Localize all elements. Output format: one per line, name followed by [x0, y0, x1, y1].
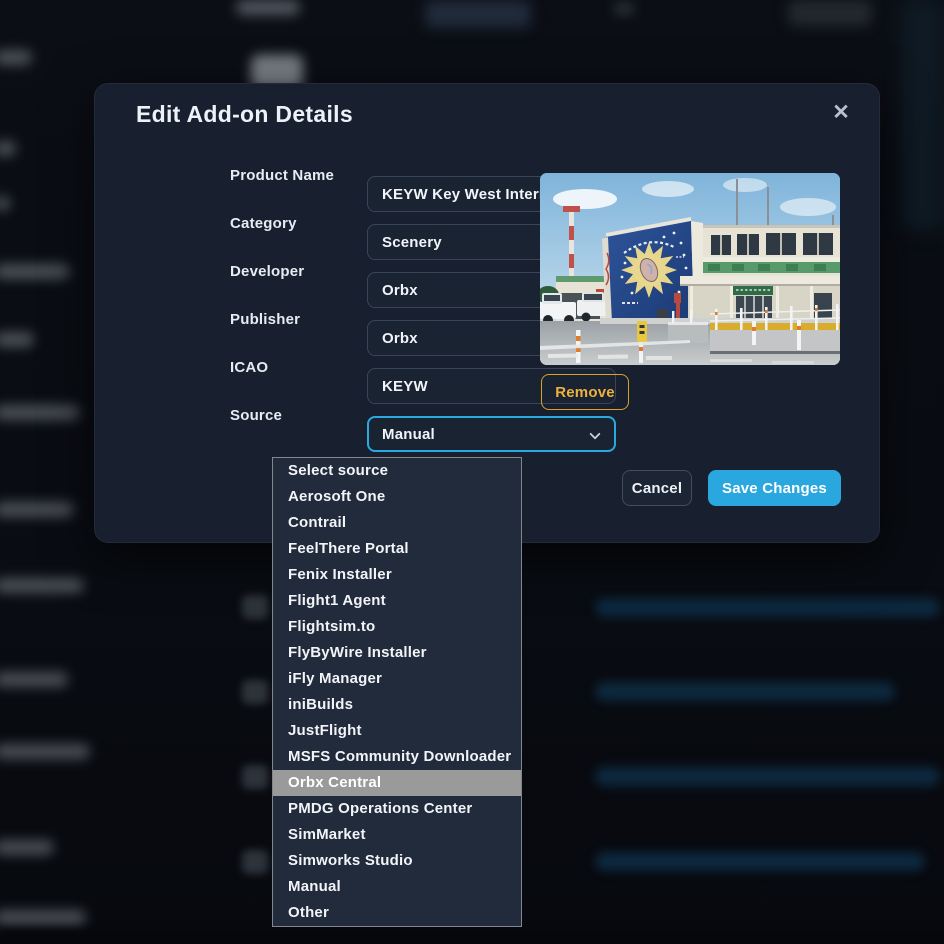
source-option[interactable]: Orbx Central	[273, 770, 521, 796]
blurred-link-text	[595, 852, 925, 871]
modal-title: Edit Add-on Details	[136, 101, 353, 128]
blurred-panel	[425, 0, 531, 28]
source-option[interactable]: Aerosoft One	[273, 484, 521, 510]
source-select[interactable]: Manual	[367, 416, 616, 452]
source-option[interactable]: Manual	[273, 874, 521, 900]
blurred-row-text	[0, 196, 10, 211]
blurred-dot	[614, 4, 634, 14]
category-select-value: Scenery	[382, 234, 442, 251]
source-option[interactable]: iniBuilds	[273, 692, 521, 718]
source-option[interactable]: Other	[273, 900, 521, 926]
source-dropdown-list: Select sourceAerosoft OneContrailFeelThe…	[272, 457, 522, 927]
label-source: Source	[230, 398, 282, 434]
blurred-icon-button	[242, 850, 268, 874]
close-icon[interactable]: ✕	[826, 97, 856, 127]
source-option[interactable]: Flightsim.to	[273, 614, 521, 640]
blurred-row-text	[0, 840, 54, 855]
label-publisher: Publisher	[230, 302, 300, 338]
save-changes-button[interactable]: Save Changes	[708, 470, 841, 506]
blurred-row-text	[0, 672, 68, 687]
blurred-row-text	[0, 141, 16, 156]
blurred-row-text	[0, 578, 84, 593]
blurred-bottom-bar	[0, 930, 944, 944]
source-option[interactable]: JustFlight	[273, 718, 521, 744]
blurred-row-text	[0, 502, 74, 517]
source-option[interactable]: Select source	[273, 458, 521, 484]
source-option[interactable]: Simworks Studio	[273, 848, 521, 874]
blurred-row-text	[0, 264, 70, 279]
blurred-panel	[902, 0, 944, 230]
label-icao: ICAO	[230, 350, 268, 386]
blurred-button	[236, 0, 300, 15]
airport-photo-graphic	[540, 173, 840, 365]
chevron-down-icon	[589, 428, 600, 439]
source-option[interactable]: FlyByWire Installer	[273, 640, 521, 666]
source-option[interactable]: MSFS Community Downloader	[273, 744, 521, 770]
remove-image-button[interactable]: Remove	[541, 374, 629, 410]
cancel-button[interactable]: Cancel	[622, 470, 692, 506]
blurred-row-text	[0, 910, 86, 925]
source-option[interactable]: SimMarket	[273, 822, 521, 848]
blurred-icon-button	[242, 595, 268, 619]
blurred-link-text	[595, 682, 895, 701]
addon-thumbnail-image	[540, 173, 840, 365]
blurred-icon-button	[242, 680, 268, 704]
source-option[interactable]: PMDG Operations Center	[273, 796, 521, 822]
label-developer: Developer	[230, 254, 304, 290]
blurred-panel	[788, 0, 872, 26]
source-option[interactable]: Contrail	[273, 510, 521, 536]
label-product-name: Product Name	[230, 158, 334, 194]
source-select-value: Manual	[382, 426, 435, 443]
blurred-link-text	[595, 767, 940, 786]
label-category: Category	[230, 206, 297, 242]
blurred-row-text	[0, 50, 32, 65]
blurred-row-text	[0, 332, 34, 347]
blurred-row-text	[0, 744, 90, 759]
blurred-link-text	[595, 598, 940, 617]
blurred-icon-button	[242, 765, 268, 789]
source-option[interactable]: iFly Manager	[273, 666, 521, 692]
source-option[interactable]: Fenix Installer	[273, 562, 521, 588]
blurred-row-text	[0, 405, 80, 420]
source-option[interactable]: FeelThere Portal	[273, 536, 521, 562]
source-option[interactable]: Flight1 Agent	[273, 588, 521, 614]
